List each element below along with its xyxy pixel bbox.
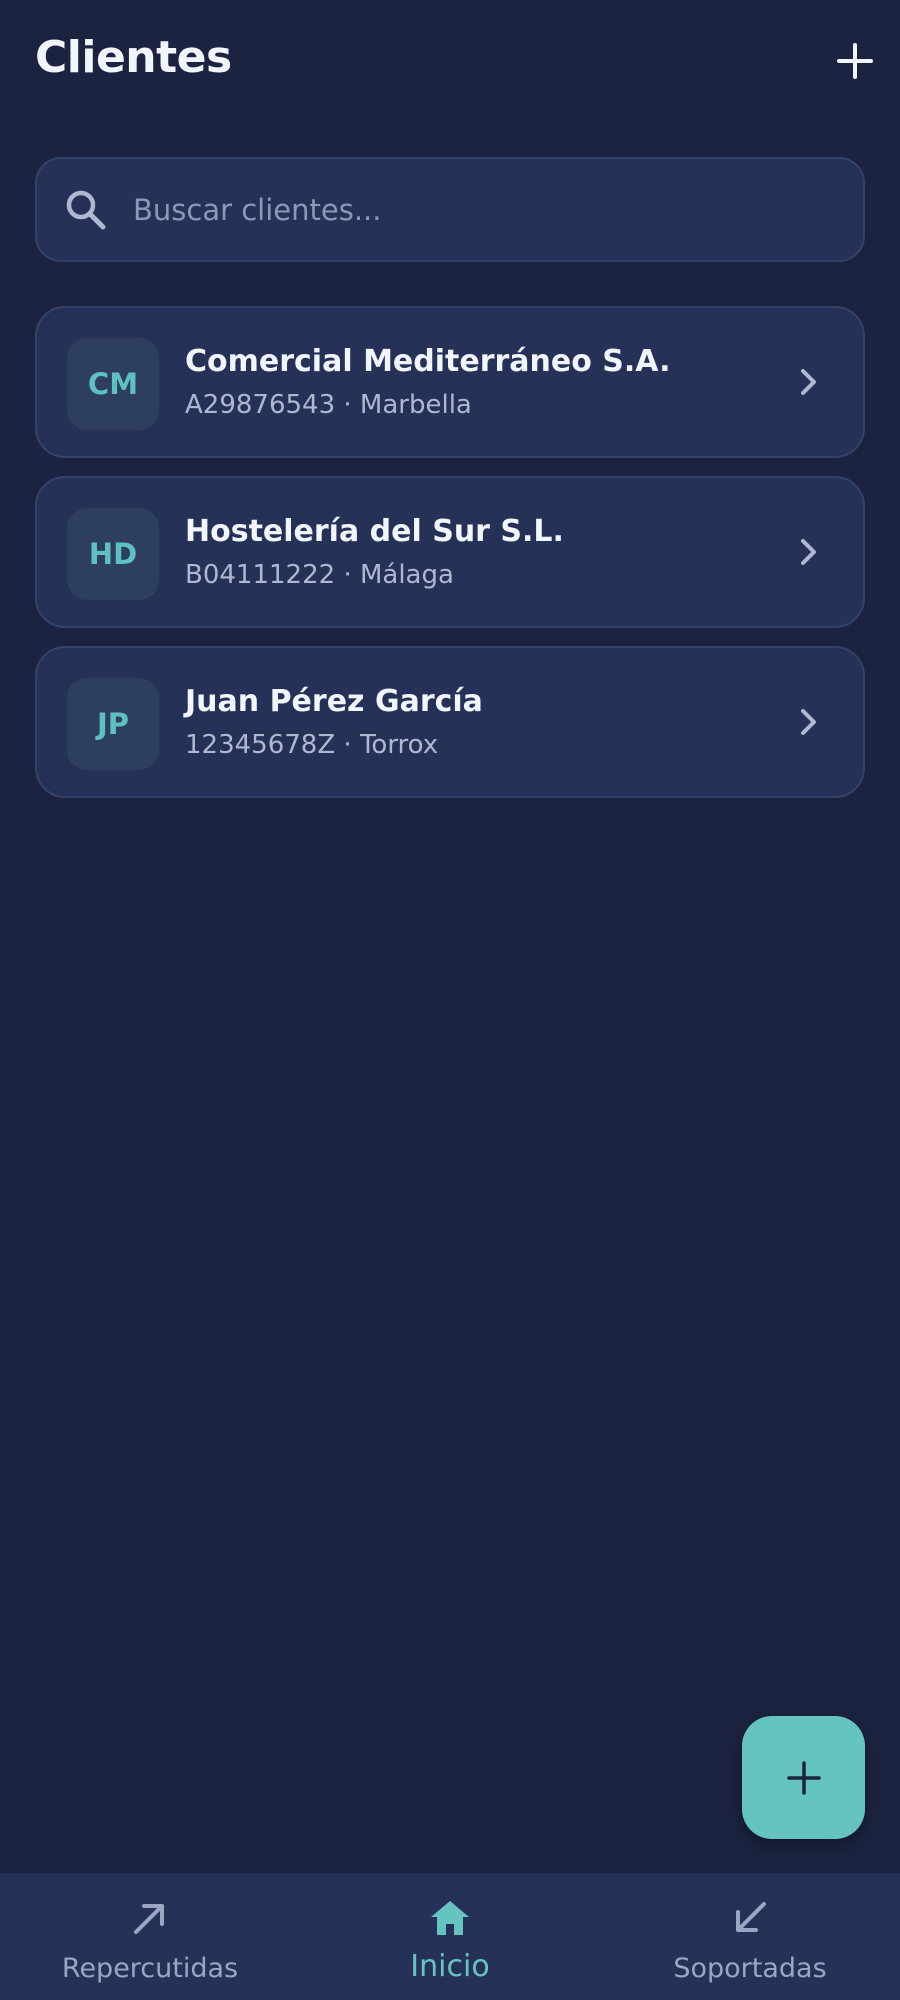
plus-icon bbox=[786, 1760, 821, 1795]
nav-label: Repercutidas bbox=[61, 1953, 239, 1984]
client-card[interactable]: HD Hostelería del Sur S.L. B04111222 · M… bbox=[35, 476, 865, 628]
nav-item-repercutidas[interactable]: Repercutidas bbox=[0, 1873, 300, 2000]
app-root: Clientes CM Comercial Mediterráneo S.A. … bbox=[0, 0, 900, 2000]
search-bar bbox=[35, 157, 865, 262]
add-client-header-button[interactable] bbox=[830, 36, 880, 86]
nav-item-soportadas[interactable]: Soportadas bbox=[600, 1873, 900, 2000]
arrow-up-right-icon bbox=[125, 1893, 175, 1943]
client-subtitle: 12345678Z · Torrox bbox=[185, 730, 439, 760]
client-name: Hostelería del Sur S.L. bbox=[185, 514, 564, 549]
avatar: HD bbox=[67, 508, 159, 600]
add-client-fab[interactable] bbox=[742, 1716, 865, 1839]
home-icon bbox=[425, 1893, 475, 1943]
plus-icon bbox=[837, 43, 873, 79]
bottom-navigation: Repercutidas Inicio Soportadas bbox=[0, 1873, 900, 2000]
client-subtitle: B04111222 · Málaga bbox=[185, 560, 454, 590]
arrow-down-left-icon bbox=[725, 1893, 775, 1943]
client-card[interactable]: CM Comercial Mediterráneo S.A. A29876543… bbox=[35, 306, 865, 458]
nav-label: Soportadas bbox=[673, 1953, 827, 1984]
client-name: Juan Pérez García bbox=[185, 684, 483, 719]
client-card[interactable]: JP Juan Pérez García 12345678Z · Torrox bbox=[35, 646, 865, 798]
top-bar: Clientes bbox=[0, 0, 900, 120]
chevron-right-icon bbox=[789, 702, 829, 742]
chevron-right-icon bbox=[789, 362, 829, 402]
page-title: Clientes bbox=[35, 32, 232, 83]
nav-item-inicio[interactable]: Inicio bbox=[300, 1873, 600, 2000]
client-list: CM Comercial Mediterráneo S.A. A29876543… bbox=[35, 306, 865, 816]
avatar: JP bbox=[67, 678, 159, 770]
nav-label: Inicio bbox=[410, 1949, 490, 1984]
client-name: Comercial Mediterráneo S.A. bbox=[185, 344, 671, 379]
client-subtitle: A29876543 · Marbella bbox=[185, 390, 472, 420]
search-icon bbox=[59, 183, 113, 237]
chevron-right-icon bbox=[789, 532, 829, 572]
search-input[interactable] bbox=[133, 177, 833, 243]
avatar: CM bbox=[67, 338, 159, 430]
